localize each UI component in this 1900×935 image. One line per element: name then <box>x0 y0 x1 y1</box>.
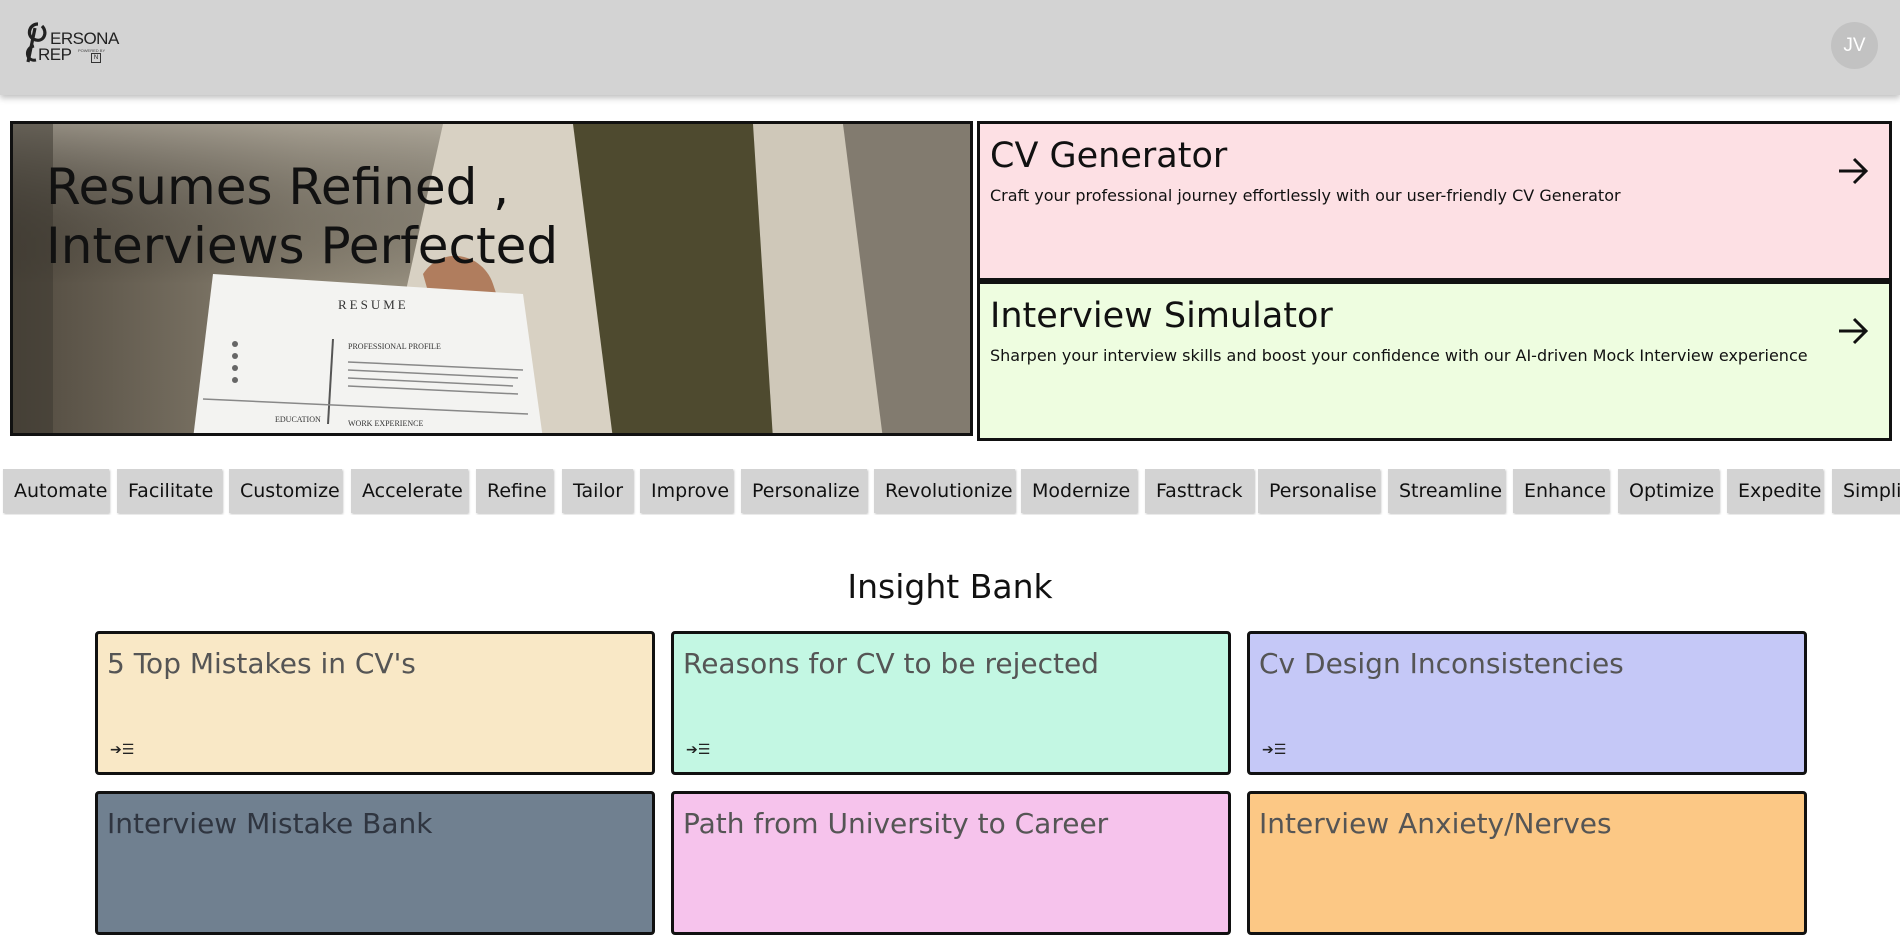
insight-card-title: Reasons for CV to be rejected <box>683 647 1099 680</box>
expand-list-icon[interactable]: ➔☰ <box>110 742 134 758</box>
keyword-ticker: Automate Facilitate Customize Accelerate… <box>0 469 1900 515</box>
insight-card-cv-design[interactable]: Cv Design Inconsistencies ➔☰ <box>1247 631 1807 775</box>
user-avatar[interactable]: JV <box>1831 22 1878 69</box>
insight-bank-heading: Insight Bank <box>847 567 1053 606</box>
interview-simulator-card[interactable]: Interview Simulator Sharpen your intervi… <box>977 281 1892 441</box>
hero-headline-line1: Resumes Refined , <box>46 158 510 216</box>
insight-card-university-career[interactable]: Path from University to Career <box>671 791 1231 935</box>
hero-banner: RESUME PROFESSIONAL PROFILE EDUCATION WO… <box>10 121 973 436</box>
ticker-item[interactable]: Automate <box>3 469 109 513</box>
paper-section-work: WORK EXPERIENCE <box>348 419 423 428</box>
ticker-item[interactable]: Improve <box>640 469 733 513</box>
hero-headline-line2: Interviews Perfected <box>46 217 559 275</box>
insight-card-title: Cv Design Inconsistencies <box>1259 647 1624 680</box>
top-header: ERSONA REP POWERED BY N JV <box>0 0 1900 95</box>
expand-list-icon[interactable]: ➔☰ <box>686 742 710 758</box>
cv-generator-card[interactable]: CV Generator Craft your professional jou… <box>977 121 1892 281</box>
arrow-right-icon[interactable] <box>1836 154 1870 188</box>
insight-card-cv-rejected[interactable]: Reasons for CV to be rejected ➔☰ <box>671 631 1231 775</box>
insight-card-title: Interview Anxiety/Nerves <box>1259 807 1612 840</box>
ticker-item[interactable]: Streamline <box>1388 469 1505 513</box>
ticker-item[interactable]: Expedite <box>1727 469 1823 513</box>
ticker-item[interactable]: Fasttrack <box>1145 469 1254 513</box>
cv-generator-description: Craft your professional journey effortle… <box>990 186 1621 205</box>
ticker-item[interactable]: Enhance <box>1513 469 1609 513</box>
ticker-item[interactable]: Tailor <box>562 469 633 513</box>
paper-heading: RESUME <box>338 297 409 312</box>
paper-section-education: EDUCATION <box>275 415 321 424</box>
ticker-item[interactable]: Personalize <box>741 469 867 513</box>
arrow-right-icon[interactable] <box>1836 314 1870 348</box>
ticker-item[interactable]: Accelerate <box>351 469 468 513</box>
interview-simulator-title: Interview Simulator <box>990 296 1333 336</box>
insight-card-title: Interview Mistake Bank <box>107 807 433 840</box>
paper-section-profile: PROFESSIONAL PROFILE <box>348 342 441 351</box>
ticker-item[interactable]: Optimize <box>1618 469 1719 513</box>
hero-headline: Resumes Refined , Interviews Perfected <box>46 158 558 276</box>
ticker-item[interactable]: Modernize <box>1021 469 1137 513</box>
logo-badge: N <box>91 53 101 63</box>
insight-card-interview-anxiety[interactable]: Interview Anxiety/Nerves <box>1247 791 1807 935</box>
ticker-item[interactable]: Facilitate <box>117 469 222 513</box>
ticker-item[interactable]: Customize <box>229 469 342 513</box>
cv-generator-title: CV Generator <box>990 136 1228 176</box>
insight-card-cv-mistakes[interactable]: 5 Top Mistakes in CV's ➔☰ <box>95 631 655 775</box>
insight-card-interview-mistakes[interactable]: Interview Mistake Bank <box>95 791 655 935</box>
persona-prep-logo[interactable]: ERSONA REP POWERED BY N <box>24 20 124 68</box>
ticker-item[interactable]: Simplify <box>1832 469 1900 513</box>
expand-list-icon[interactable]: ➔☰ <box>1262 742 1286 758</box>
ticker-item[interactable]: Revolutionize <box>874 469 1015 513</box>
insight-card-title: 5 Top Mistakes in CV's <box>107 647 416 680</box>
ticker-item[interactable]: Refine <box>476 469 553 513</box>
insight-card-title: Path from University to Career <box>683 807 1109 840</box>
interview-simulator-description: Sharpen your interview skills and boost … <box>990 346 1808 365</box>
logo-text-line2: REP <box>38 45 72 64</box>
ticker-item[interactable]: Personalise <box>1258 469 1380 513</box>
